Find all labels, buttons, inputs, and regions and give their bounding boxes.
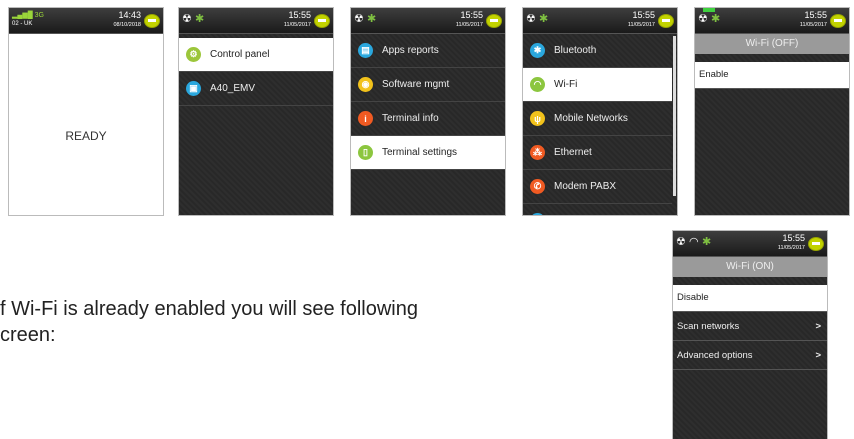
terminal-screen-ready: ▂▄▆█ 3G 02 - UK 14:43 08/10/2018 READY	[9, 8, 163, 215]
settings-icon: ▯	[358, 145, 373, 160]
signal-icon: ▂▄▆█ 3G	[12, 12, 44, 19]
page-title: Wi-Fi (ON)	[673, 257, 827, 277]
scan-networks-option[interactable]: Scan networks >	[673, 314, 827, 341]
bluetooth-icon: ✱	[702, 236, 712, 248]
ready-text: READY	[65, 129, 107, 143]
page-title: Wi-Fi (OFF)	[695, 34, 849, 54]
network-icon: ☢	[698, 13, 708, 25]
menu-item-mobile-networks[interactable]: ψ Mobile Networks	[523, 102, 672, 136]
bluetooth-icon: ✱	[711, 13, 721, 25]
status-bar: ☢ ✱ 15:55 11/05/2017	[351, 8, 505, 34]
report-icon: ▤	[358, 43, 373, 58]
ethernet-icon: ⁂	[530, 145, 545, 160]
battery-icon	[808, 237, 824, 251]
network-icon: ⋯	[530, 213, 545, 215]
menu-item-modem-pabx[interactable]: ✆ Modem PABX	[523, 170, 672, 204]
battery-icon	[144, 14, 160, 28]
wifi-icon: ◠	[689, 236, 699, 248]
phone-icon: ✆	[530, 179, 545, 194]
terminal-screen-main-menu: ☢ ✱ 15:55 11/05/2017 ⚙ Control panel ▣ A4…	[179, 8, 333, 215]
menu-item-terminal-settings[interactable]: ▯ Terminal settings	[351, 136, 505, 170]
disable-option[interactable]: Disable	[673, 285, 827, 312]
enable-option[interactable]: Enable	[695, 62, 849, 89]
menu-item-a40-emv[interactable]: ▣ A40_EMV	[179, 72, 333, 106]
menu-item-control-panel[interactable]: ⚙ Control panel	[179, 38, 333, 72]
scrollbar[interactable]	[673, 36, 676, 196]
status-bar: ☢ ✱ 15:55 11/05/2017	[695, 8, 849, 34]
software-icon: ◉	[358, 77, 373, 92]
bluetooth-icon: ✱	[367, 13, 377, 25]
network-icon: ☢	[354, 13, 364, 25]
network-icon: ☢	[526, 13, 536, 25]
battery-icon	[314, 14, 330, 28]
battery-icon	[830, 14, 846, 28]
bluetooth-icon: ✱	[530, 43, 545, 58]
network-icon: ☢	[182, 13, 192, 25]
menu-item-bluetooth[interactable]: ✱ Bluetooth	[523, 34, 672, 68]
terminal-screen-wifi-off: ☢ ✱ 15:55 11/05/2017 Wi-Fi (OFF) Enable	[695, 8, 849, 215]
menu-item-terminal-info[interactable]: i Terminal info	[351, 102, 505, 136]
battery-icon	[658, 14, 674, 28]
terminal-screen-wifi-on: ☢ ◠ ✱ 15:55 11/05/2017 Wi-Fi (ON) Disable…	[673, 231, 827, 439]
bluetooth-icon: ✱	[195, 13, 205, 25]
clock: 15:55 11/05/2017	[799, 10, 827, 29]
status-bar: ☢ ✱ 15:55 11/05/2017	[179, 8, 333, 34]
instruction-text: f Wi-Fi is already enabled you will see …	[0, 298, 418, 346]
bluetooth-icon: ✱	[539, 13, 549, 25]
clock: 15:55 11/05/2017	[627, 10, 655, 29]
gears-icon: ⚙	[186, 47, 201, 62]
menu-item-partial[interactable]: ⋯	[523, 204, 672, 215]
clock: 15:55 11/05/2017	[777, 233, 805, 252]
menu-item-software-mgmt[interactable]: ◉ Software mgmt	[351, 68, 505, 102]
menu-item-wifi[interactable]: ◠ Wi-Fi	[523, 68, 672, 102]
terminal-screen-control-panel: ☢ ✱ 15:55 11/05/2017 ▤ Apps reports ◉ Sof…	[351, 8, 505, 215]
menu-item-ethernet[interactable]: ⁂ Ethernet	[523, 136, 672, 170]
chevron-right-icon: >	[815, 321, 821, 332]
app-icon: ▣	[186, 81, 201, 96]
battery-icon	[486, 14, 502, 28]
activity-indicator	[703, 8, 715, 12]
clock: 15:55 11/05/2017	[455, 10, 483, 29]
clock: 14:43 08/10/2018	[113, 10, 141, 29]
status-bar: ☢ ◠ ✱ 15:55 11/05/2017	[673, 231, 827, 257]
network-icon: ☢	[676, 236, 686, 248]
wifi-icon: ◠	[530, 77, 545, 92]
advanced-options-option[interactable]: Advanced options >	[673, 343, 827, 370]
antenna-icon: ψ	[530, 111, 545, 126]
network-type: 3G	[34, 12, 44, 19]
clock: 15:55 11/05/2017	[283, 10, 311, 29]
terminal-screen-settings: ☢ ✱ 15:55 11/05/2017 ✱ Bluetooth ◠ Wi-Fi …	[523, 8, 677, 215]
menu-item-apps-reports[interactable]: ▤ Apps reports	[351, 34, 505, 68]
chevron-right-icon: >	[815, 350, 821, 361]
status-bar: ▂▄▆█ 3G 02 - UK 14:43 08/10/2018	[9, 8, 163, 34]
status-bar: ☢ ✱ 15:55 11/05/2017	[523, 8, 677, 34]
carrier-label: 02 - UK	[12, 21, 33, 27]
info-icon: i	[358, 111, 373, 126]
